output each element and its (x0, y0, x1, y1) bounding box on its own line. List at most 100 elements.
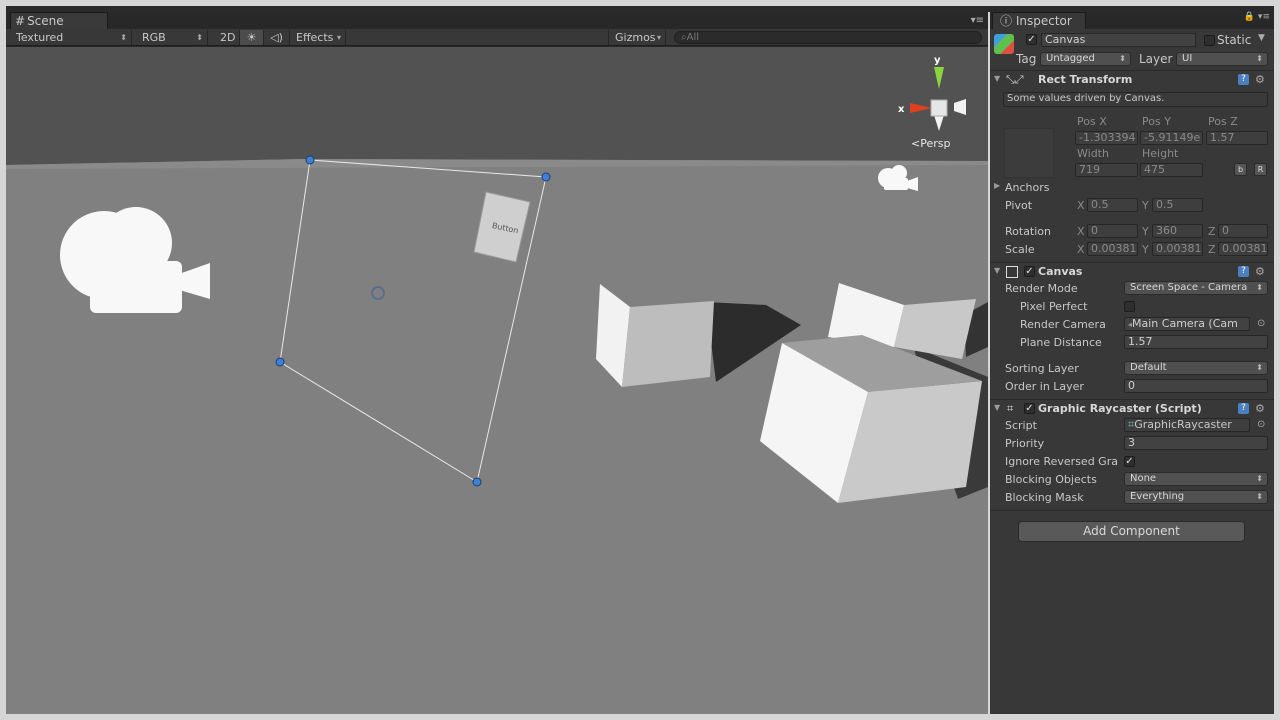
blocking-mask-dropdown[interactable]: Everything ⬍ (1124, 490, 1268, 504)
height-field[interactable]: 475 (1140, 163, 1203, 177)
object-name-field[interactable]: Canvas (1041, 33, 1196, 47)
help-icon[interactable]: ? (1238, 403, 1249, 414)
height-label: Height (1142, 147, 1179, 160)
help-icon[interactable]: ? (1238, 266, 1249, 277)
canvas-component-header[interactable]: ▼ ✓ Canvas ? ⚙ (990, 262, 1274, 281)
scene-tab-label: Scene (27, 14, 64, 28)
toggle-2d-button[interactable]: 2D (214, 30, 240, 45)
foldout-arrow-icon[interactable]: ▼ (994, 266, 1000, 275)
plane-distance-field[interactable]: 1.57 (1124, 335, 1268, 349)
blocking-objects-label: Blocking Objects (1005, 473, 1097, 486)
layer-dropdown[interactable]: UI ⬍ (1176, 52, 1268, 66)
help-icon[interactable]: ? (1238, 74, 1249, 85)
panel-menu-icon[interactable]: ▾≡ (971, 15, 984, 26)
inspector-panel: ⓘ Inspector 🔒 ▾≡ ✓ Canvas Static ▼ Tag U… (990, 12, 1274, 714)
info-icon: ⓘ (1000, 14, 1013, 28)
foldout-arrow-icon[interactable]: ▶ (994, 181, 1000, 190)
shading-mode-dropdown[interactable]: Textured ⬍ (10, 30, 132, 45)
active-checkbox[interactable]: ✓ (1026, 34, 1037, 45)
anchor-preset-icon[interactable] (1004, 128, 1054, 178)
scene-audio-button[interactable]: ◁) (264, 30, 290, 45)
rect-transform-header[interactable]: ▼ ⤡⤢ Rect Transform ? ⚙ (990, 70, 1274, 89)
divider (990, 510, 1274, 511)
tag-value: Untagged (1046, 53, 1095, 64)
scale-x-field[interactable]: 0.00381 (1087, 242, 1138, 256)
order-in-layer-field[interactable]: 0 (1124, 379, 1268, 393)
render-mode-dropdown[interactable]: RGB ⬍ (136, 30, 208, 45)
sorting-layer-dropdown[interactable]: Default ⬍ (1124, 361, 1268, 375)
raycaster-component-header[interactable]: ▼ ⌗ ✓ Graphic Raycaster (Script) ? ⚙ (990, 399, 1274, 418)
gear-icon[interactable]: ⚙ (1255, 402, 1265, 415)
pivot-y-field[interactable]: 0.5 (1152, 198, 1203, 212)
scene-tab[interactable]: # Scene (10, 12, 108, 29)
dropdown-arrow-icon: ⬍ (120, 33, 127, 42)
priority-field[interactable]: 3 (1124, 436, 1268, 450)
dropdown-arrow-icon: ⬍ (1119, 54, 1126, 63)
ignore-reversed-checkbox[interactable]: ✓ (1124, 456, 1135, 467)
dropdown-arrow-icon: ▾ (336, 33, 341, 42)
scene-lighting-button[interactable]: ☀ (240, 30, 264, 45)
blocking-objects-dropdown[interactable]: None ⬍ (1124, 472, 1268, 486)
scale-y-field[interactable]: 0.00381 (1152, 242, 1203, 256)
scale-z-label: Z (1208, 243, 1216, 256)
rot-x-label: X (1077, 225, 1085, 238)
scale-z-field[interactable]: 0.00381 (1218, 242, 1268, 256)
dropdown-arrow-icon: ⬍ (1256, 283, 1263, 292)
blueprint-mode-button[interactable]: b (1234, 163, 1247, 176)
rotation-x-field[interactable]: 0 (1087, 224, 1138, 238)
canvas-enabled-checkbox[interactable]: ✓ (1024, 266, 1035, 277)
foldout-arrow-icon[interactable]: ▼ (994, 74, 1000, 83)
pivot-label: Pivot (1005, 199, 1033, 212)
layer-label: Layer (1139, 52, 1173, 66)
static-dropdown-arrow-icon[interactable]: ▼ (1258, 33, 1265, 43)
gizmo-center-cube[interactable] (930, 99, 948, 117)
dropdown-arrow-icon: ⬍ (1256, 492, 1263, 501)
gizmos-label: Gizmos (615, 31, 656, 44)
width-field[interactable]: 719 (1075, 163, 1138, 177)
persp-toggle[interactable]: <Persp (911, 137, 950, 150)
pos-x-field[interactable]: -1.303394 (1075, 131, 1138, 145)
render-mode-label: Render Mode (1005, 282, 1078, 295)
pos-z-field[interactable]: 1.57 (1206, 131, 1268, 145)
rect-handle[interactable] (472, 477, 482, 487)
gear-icon[interactable]: ⚙ (1255, 73, 1265, 86)
raycaster-enabled-checkbox[interactable]: ✓ (1024, 403, 1035, 414)
scale-x-label: X (1077, 243, 1085, 256)
pixel-perfect-checkbox[interactable] (1124, 301, 1135, 312)
rotation-z-field[interactable]: 0 (1218, 224, 1268, 238)
foldout-arrow-icon[interactable]: ▼ (994, 403, 1000, 412)
blocking-mask-value: Everything (1130, 491, 1185, 502)
scene-viewport[interactable]: Button y x <Persp (6, 47, 988, 714)
rotation-label: Rotation (1005, 225, 1052, 238)
gear-icon[interactable]: ⚙ (1255, 265, 1265, 278)
pivot-x-field[interactable]: 0.5 (1087, 198, 1138, 212)
toggle-2d-label: 2D (220, 31, 236, 44)
gizmos-dropdown[interactable]: Gizmos ▾ (608, 30, 666, 45)
object-picker-icon[interactable]: ⊙ (1257, 419, 1265, 430)
inspector-tab[interactable]: ⓘ Inspector (992, 12, 1086, 29)
add-component-button[interactable]: Add Component (1018, 521, 1245, 542)
object-picker-icon[interactable]: ⊙ (1257, 318, 1265, 329)
render-camera-field[interactable]: ◂Main Camera (Cam (1124, 317, 1250, 331)
rect-handle[interactable] (275, 357, 285, 367)
rect-handle[interactable] (541, 172, 551, 182)
scale-label: Scale (1005, 243, 1035, 256)
script-field[interactable]: ⌗GraphicRaycaster (1124, 418, 1250, 432)
rect-handle[interactable] (305, 155, 315, 165)
y-axis-label: y (934, 55, 941, 66)
static-checkbox[interactable] (1204, 35, 1215, 46)
ignore-reversed-label: Ignore Reversed Gra (1005, 455, 1118, 468)
render-mode-dropdown[interactable]: Screen Space - Camera ⬍ (1124, 281, 1268, 295)
pos-y-field[interactable]: -5.91149e (1140, 131, 1203, 145)
render-mode-value: Screen Space - Camera (1130, 282, 1248, 293)
pixel-perfect-label: Pixel Perfect (1020, 300, 1088, 313)
driven-values-note: Some values driven by Canvas. (1003, 92, 1268, 107)
tag-dropdown[interactable]: Untagged ⬍ (1040, 52, 1131, 66)
rotation-y-field[interactable]: 360 (1152, 224, 1203, 238)
pivot-x-label: X (1077, 199, 1085, 212)
raw-edit-button[interactable]: R (1254, 163, 1267, 176)
effects-dropdown[interactable]: Effects ▾ (290, 30, 346, 45)
anchors-label[interactable]: Anchors (1005, 181, 1050, 194)
panel-menu-icon[interactable]: 🔒 ▾≡ (1244, 12, 1270, 22)
scene-search-input[interactable]: ⌕All (674, 31, 982, 44)
